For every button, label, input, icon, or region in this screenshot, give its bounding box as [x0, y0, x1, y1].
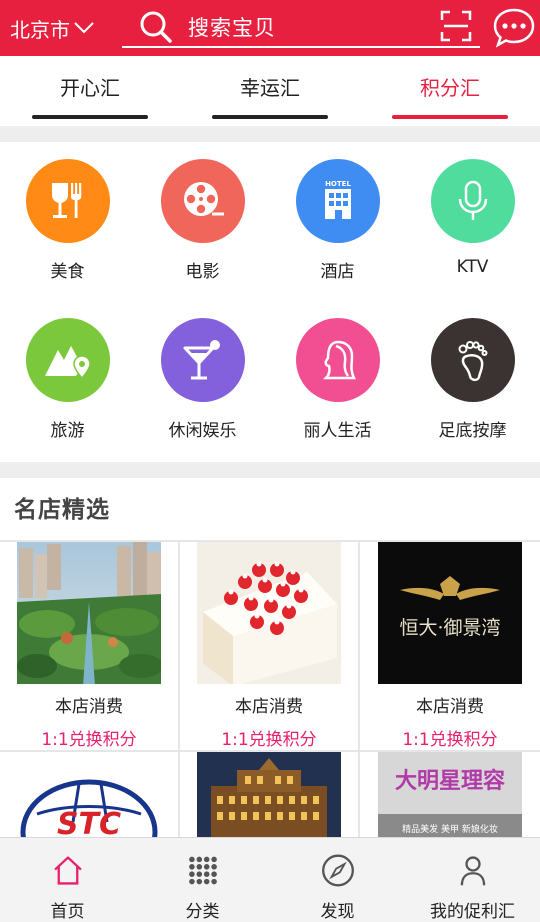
category-beauty[interactable]: 丽人生活: [270, 301, 405, 462]
store-name: 本店消费: [55, 697, 123, 717]
store-grid: 本店消费 1:1兑换积分 本店消费 1:1兑换积分 恒大·御景湾 本店消费 1:…: [0, 542, 540, 852]
svg-text:大明星理容: 大明星理容: [395, 768, 505, 794]
tab-happy[interactable]: 开心汇: [0, 56, 180, 126]
category-ktv[interactable]: KTV: [405, 142, 540, 301]
category-label: 酒店: [320, 262, 355, 282]
nav-label: 首页: [50, 902, 85, 922]
evergrande-logo-image: 恒大·御景湾: [378, 542, 522, 684]
mountain-pin-icon: [25, 318, 110, 402]
food-icon: [25, 159, 110, 243]
category-foot-massage[interactable]: 足底按摩: [405, 301, 540, 462]
tab-label: 幸运汇: [240, 75, 300, 100]
nav-label: 发现: [320, 902, 355, 922]
scan-icon[interactable]: [440, 10, 472, 42]
store-name: 本店消费: [416, 697, 484, 717]
category-label: KTV: [456, 257, 489, 277]
foot-icon: [430, 318, 515, 402]
category-travel[interactable]: 旅游: [0, 301, 135, 462]
section-title: 名店精选: [14, 497, 110, 523]
grid-dots-icon: [188, 856, 217, 885]
chevron-down-icon: [74, 22, 94, 34]
search-icon: [140, 11, 172, 43]
search-bar[interactable]: 搜索宝贝: [122, 8, 480, 48]
garden-aerial-image: [17, 542, 161, 684]
points-rate: 1:1兑换积分: [402, 730, 498, 750]
category-label: 旅游: [50, 421, 85, 441]
search-placeholder: 搜索宝贝: [188, 16, 276, 40]
tab-points[interactable]: 积分汇: [360, 56, 540, 126]
svg-text:HOTEL: HOTEL: [325, 180, 351, 188]
tab-underline: [212, 115, 328, 119]
tab-label: 积分汇: [420, 75, 480, 100]
tab-underline: [32, 115, 148, 119]
woman-icon: [295, 318, 380, 402]
cocktail-icon: [160, 318, 245, 402]
top-bar: 北京市 搜索宝贝: [0, 0, 540, 56]
beauty-shop-sign-image: 大明星理容精品美发 美甲 新娘化妆: [378, 752, 522, 838]
section-divider: [0, 462, 540, 478]
nav-category[interactable]: 分类: [135, 838, 270, 922]
store-name: 本店消费: [235, 697, 303, 717]
bottom-nav: 首页 分类 发现 我的促利汇: [0, 837, 540, 922]
svg-text:恒大·御景湾: 恒大·御景湾: [399, 617, 500, 639]
compass-icon: [321, 854, 354, 887]
film-reel-icon: [160, 159, 245, 243]
city-selector[interactable]: 北京市: [0, 14, 118, 43]
home-icon: [53, 856, 82, 885]
city-label: 北京市: [10, 17, 70, 42]
category-movie[interactable]: 电影: [135, 142, 270, 301]
microphone-icon: [430, 159, 515, 243]
hotel-icon: HOTEL: [295, 159, 380, 243]
store-card[interactable]: 本店消费 1:1兑换积分: [0, 542, 180, 752]
tab-underline: [392, 115, 508, 119]
category-food[interactable]: 美食: [0, 142, 135, 301]
top-tabs: 开心汇 幸运汇 积分汇: [0, 56, 540, 126]
svg-text:STC: STC: [57, 807, 121, 838]
category-label: 丽人生活: [303, 421, 372, 441]
nav-mine[interactable]: 我的促利汇: [405, 838, 540, 922]
tab-label: 开心汇: [60, 75, 120, 100]
points-rate: 1:1兑换积分: [41, 730, 137, 750]
store-card[interactable]: 本店消费 1:1兑换积分: [180, 542, 360, 752]
category-grid: 美食 电影 HOTEL 酒店 KTV 旅游 休闲娱乐 丽人生活 足底按摩: [0, 142, 540, 462]
category-label: 足底按摩: [438, 421, 507, 441]
store-card[interactable]: 恒大·御景湾 本店消费 1:1兑换积分: [360, 542, 540, 752]
category-label: 休闲娱乐: [168, 421, 237, 441]
category-label: 美食: [50, 262, 85, 282]
points-rate: 1:1兑换积分: [221, 730, 317, 750]
svg-text:精品美发 美甲 新娘化妆: 精品美发 美甲 新娘化妆: [402, 823, 498, 835]
category-label: 电影: [185, 262, 220, 282]
user-icon: [460, 856, 485, 886]
globe-logo-image: STC: [17, 752, 161, 838]
nav-home[interactable]: 首页: [0, 838, 135, 922]
strawberry-cake-image: [197, 542, 341, 684]
palace-building-image: [197, 752, 341, 838]
message-icon[interactable]: [492, 6, 536, 50]
section-divider: [0, 126, 540, 142]
tab-lucky[interactable]: 幸运汇: [180, 56, 360, 126]
nav-label: 分类: [185, 902, 220, 922]
nav-discover[interactable]: 发现: [270, 838, 405, 922]
category-leisure[interactable]: 休闲娱乐: [135, 301, 270, 462]
nav-label: 我的促利汇: [430, 902, 515, 922]
category-hotel[interactable]: HOTEL 酒店: [270, 142, 405, 301]
